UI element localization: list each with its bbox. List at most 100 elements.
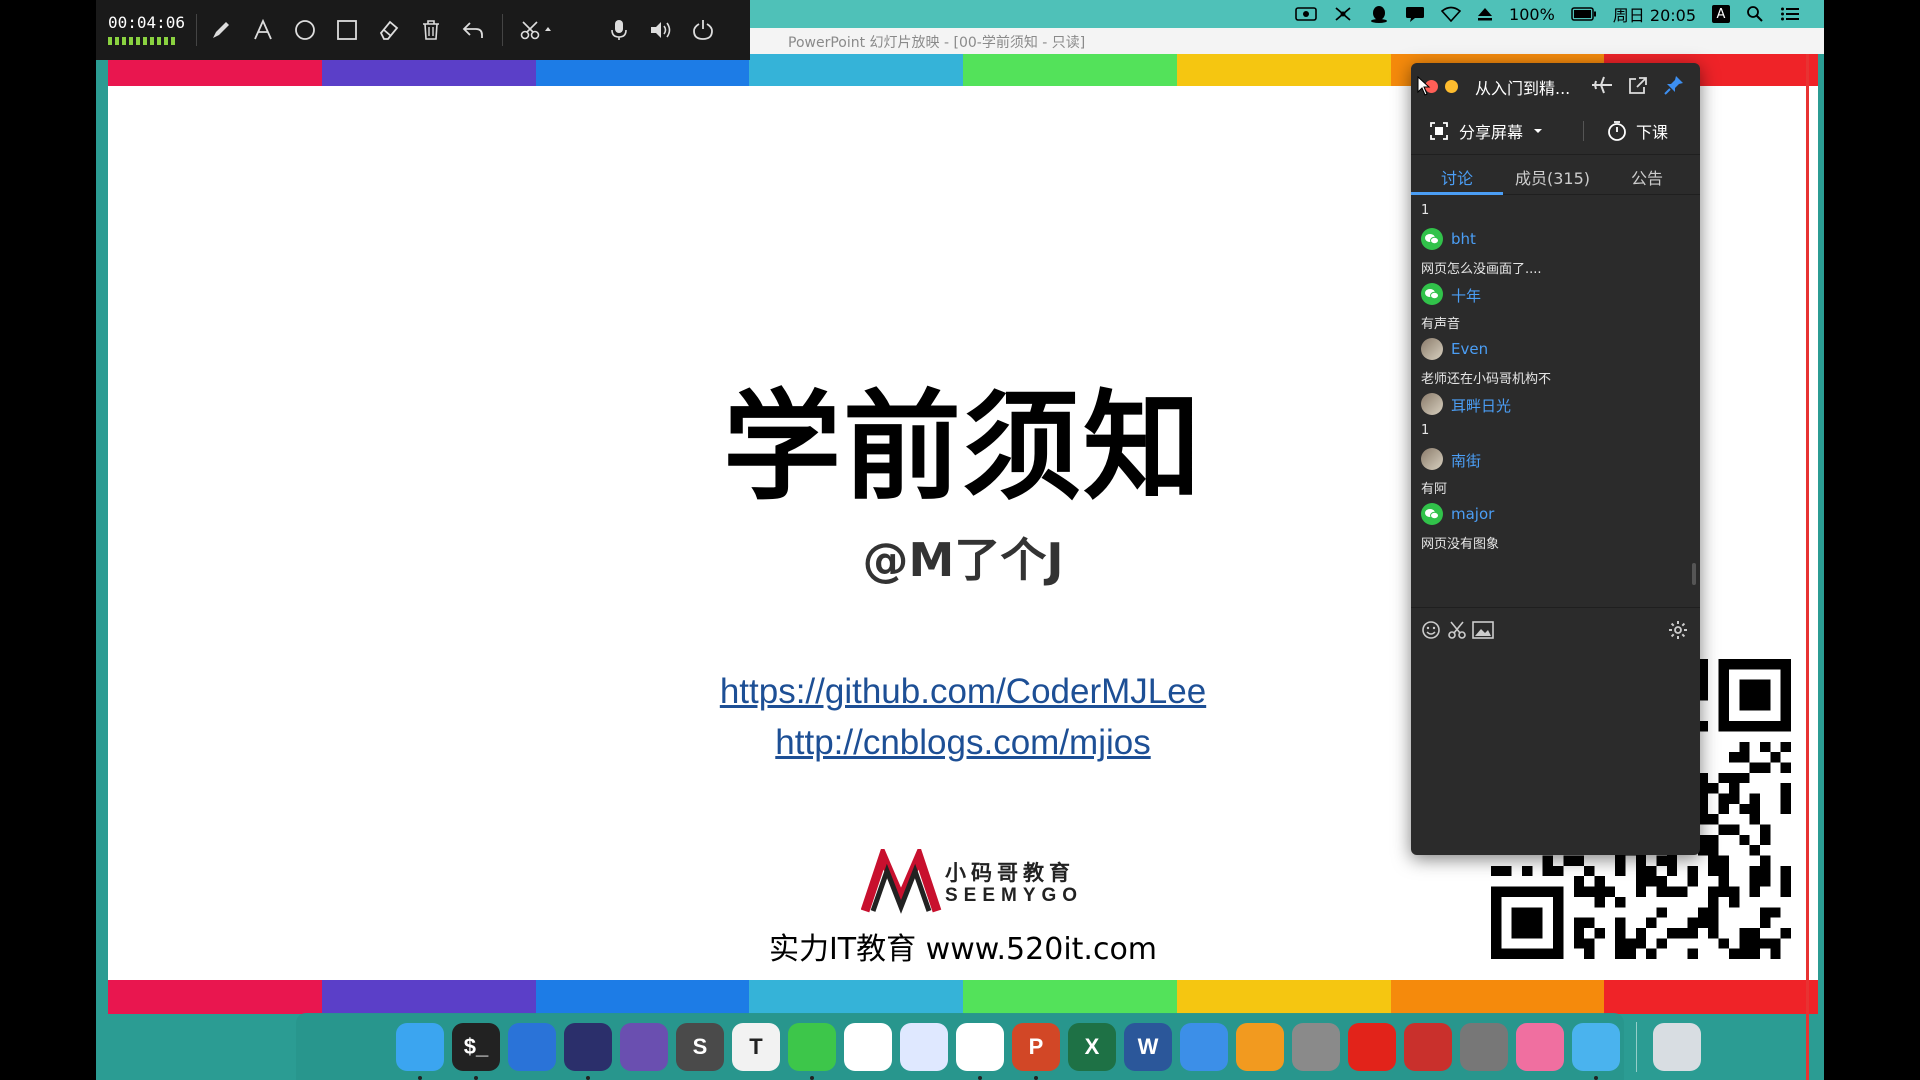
running-indicator bbox=[1594, 1075, 1598, 1080]
running-indicator bbox=[810, 1075, 814, 1080]
pen-icon[interactable] bbox=[206, 15, 236, 45]
dock-app-chrome-icon[interactable] bbox=[956, 1022, 1004, 1080]
text-icon[interactable] bbox=[248, 15, 278, 45]
dock-app-label: W bbox=[1137, 1033, 1159, 1059]
stage: 学前须知 @M了个J https://github.com/CoderMJLee… bbox=[0, 0, 1920, 1080]
dock-app-screenflow-icon[interactable] bbox=[1292, 1022, 1340, 1071]
dock-divider bbox=[1636, 1021, 1637, 1072]
dock-app-xcode-icon[interactable] bbox=[508, 1022, 556, 1071]
chat-username[interactable]: major bbox=[1451, 505, 1494, 523]
dock-app-typora-icon[interactable]: T bbox=[732, 1022, 780, 1071]
rainbow-segment bbox=[749, 980, 963, 1014]
dock-app-label: T bbox=[749, 1033, 763, 1059]
message-scrollbar[interactable] bbox=[1692, 563, 1696, 585]
pin-icon[interactable] bbox=[1663, 74, 1685, 96]
logo-chinese-text: 小码哥教育 bbox=[945, 861, 1075, 885]
rainbow-segment bbox=[1390, 980, 1605, 1014]
end-class-button[interactable]: 下课 bbox=[1606, 119, 1668, 143]
scissors-icon[interactable] bbox=[516, 15, 556, 45]
rainbow-segment bbox=[963, 54, 1177, 86]
dock-app-label: X bbox=[1084, 1033, 1100, 1059]
emoji-icon[interactable] bbox=[1419, 618, 1443, 642]
tab-members[interactable]: 成员(315) bbox=[1515, 165, 1590, 189]
battery-icon[interactable] bbox=[1571, 7, 1597, 21]
dock-app-baidu-netdisk-icon[interactable] bbox=[844, 1022, 892, 1071]
screen-record-icon[interactable] bbox=[1295, 6, 1317, 22]
running-indicator bbox=[978, 1075, 982, 1080]
user-avatar bbox=[1421, 393, 1443, 415]
trash-icon[interactable] bbox=[416, 15, 446, 45]
dock-app-pencil-icon[interactable] bbox=[1180, 1022, 1228, 1071]
dock-app-feishu-icon[interactable] bbox=[900, 1022, 948, 1071]
wechat-avatar-icon bbox=[1421, 503, 1443, 525]
window-title: PowerPoint 幻灯片放映 - [00-学前须知 - 只读] bbox=[788, 35, 1086, 51]
dock-app-parallels-icon[interactable] bbox=[1404, 1022, 1452, 1071]
chat-text: 有阿 bbox=[1421, 482, 1448, 497]
rainbow-segment bbox=[749, 54, 963, 86]
share-out-icon[interactable] bbox=[1627, 75, 1649, 95]
toolbar-divider bbox=[502, 14, 503, 46]
message-list[interactable]: 月落水 1 bht 网页怎么没画面了.... 十年有声音 Even 老师还在小码哥机构不耳畔… bbox=[1411, 195, 1700, 607]
dock-app-mindnode-icon[interactable] bbox=[1572, 1022, 1620, 1080]
eject-icon[interactable] bbox=[1477, 6, 1493, 22]
rectangle-icon[interactable] bbox=[332, 15, 362, 45]
slideshow-timer: 00:04:06 bbox=[108, 13, 186, 32]
circle-icon[interactable] bbox=[290, 15, 320, 45]
clock[interactable]: 周日 20:05 bbox=[1613, 2, 1696, 26]
rainbow-segment bbox=[321, 980, 536, 1014]
spotlight-search-icon[interactable] bbox=[1746, 5, 1764, 23]
rainbow-segment bbox=[963, 980, 1177, 1014]
speaker-icon[interactable] bbox=[646, 15, 676, 45]
scissors-icon[interactable] bbox=[1445, 618, 1469, 642]
share-screen-button[interactable]: 分享屏幕 bbox=[1429, 119, 1543, 143]
message-input-area[interactable] bbox=[1411, 607, 1700, 855]
dock-app-folder-icon[interactable] bbox=[1516, 1022, 1564, 1071]
chat-username[interactable]: 南街 bbox=[1451, 450, 1481, 471]
chat-username[interactable]: 十年 bbox=[1451, 285, 1481, 306]
dock-app-sublime-icon[interactable]: S bbox=[676, 1022, 724, 1071]
dock-app-excel-icon[interactable]: X bbox=[1068, 1022, 1116, 1071]
dock-app-terminal-icon[interactable]: $_ bbox=[452, 1022, 500, 1080]
pin-tool-icon[interactable] bbox=[1333, 5, 1353, 23]
wifi-icon[interactable] bbox=[1441, 6, 1462, 22]
running-indicator bbox=[474, 1075, 478, 1080]
input-method-icon[interactable]: A bbox=[1712, 5, 1730, 23]
tab-discussion[interactable]: 讨论 bbox=[1441, 165, 1473, 189]
notification-icon[interactable] bbox=[1405, 5, 1425, 23]
dock-app-trash-icon[interactable] bbox=[1653, 1022, 1701, 1071]
chat-username[interactable]: bht bbox=[1451, 230, 1476, 248]
desktop-screen: 学前须知 @M了个J https://github.com/CoderMJLee… bbox=[96, 0, 1824, 1080]
dock-app-eclipse-icon[interactable] bbox=[564, 1022, 612, 1080]
microphone-icon[interactable] bbox=[604, 15, 634, 45]
minimize-window-button[interactable] bbox=[1445, 80, 1458, 93]
chevron-down-icon bbox=[1534, 129, 1543, 133]
dock-app-finder-icon[interactable] bbox=[396, 1022, 444, 1080]
tab-announcement[interactable]: 公告 bbox=[1631, 165, 1663, 189]
image-icon[interactable] bbox=[1471, 618, 1495, 642]
dock-app-github-icon[interactable] bbox=[620, 1022, 668, 1071]
settings-gear-icon[interactable] bbox=[1666, 618, 1690, 642]
dock-app-vlc-icon[interactable] bbox=[1236, 1022, 1284, 1071]
notification-center-icon[interactable] bbox=[1780, 6, 1800, 22]
qq-icon[interactable] bbox=[1369, 4, 1389, 24]
dock-app-wechat-icon[interactable] bbox=[788, 1022, 836, 1080]
dock-app-system-preferences-icon[interactable] bbox=[1460, 1022, 1508, 1071]
dock-app-word-icon[interactable]: W bbox=[1124, 1022, 1172, 1071]
seemygo-logo: 小码哥教育 SEEMYGO bbox=[860, 844, 1091, 919]
dock-app-powerpoint-icon[interactable]: P bbox=[1012, 1022, 1060, 1080]
chat-text: 网页怎么没画面了.... bbox=[1421, 262, 1542, 277]
power-icon[interactable] bbox=[688, 15, 718, 45]
toolbar-divider bbox=[196, 14, 197, 46]
chat-text: 1 bbox=[1421, 423, 1430, 438]
chat-text: 老师还在小码哥机构不 bbox=[1421, 372, 1552, 387]
chat-username[interactable]: 耳畔日光 bbox=[1451, 395, 1511, 416]
chat-username[interactable]: Even bbox=[1451, 340, 1488, 358]
battery-percent[interactable]: 100% bbox=[1509, 5, 1555, 24]
undo-icon[interactable] bbox=[458, 15, 488, 45]
dock-app-netease-music-icon[interactable] bbox=[1348, 1022, 1396, 1071]
eraser-icon[interactable] bbox=[374, 15, 404, 45]
chat-username[interactable]: 月落水 bbox=[1451, 195, 1496, 196]
wechat-avatar-icon bbox=[1421, 283, 1443, 305]
airplane-icon[interactable] bbox=[1591, 75, 1613, 95]
running-indicator bbox=[1034, 1075, 1038, 1080]
